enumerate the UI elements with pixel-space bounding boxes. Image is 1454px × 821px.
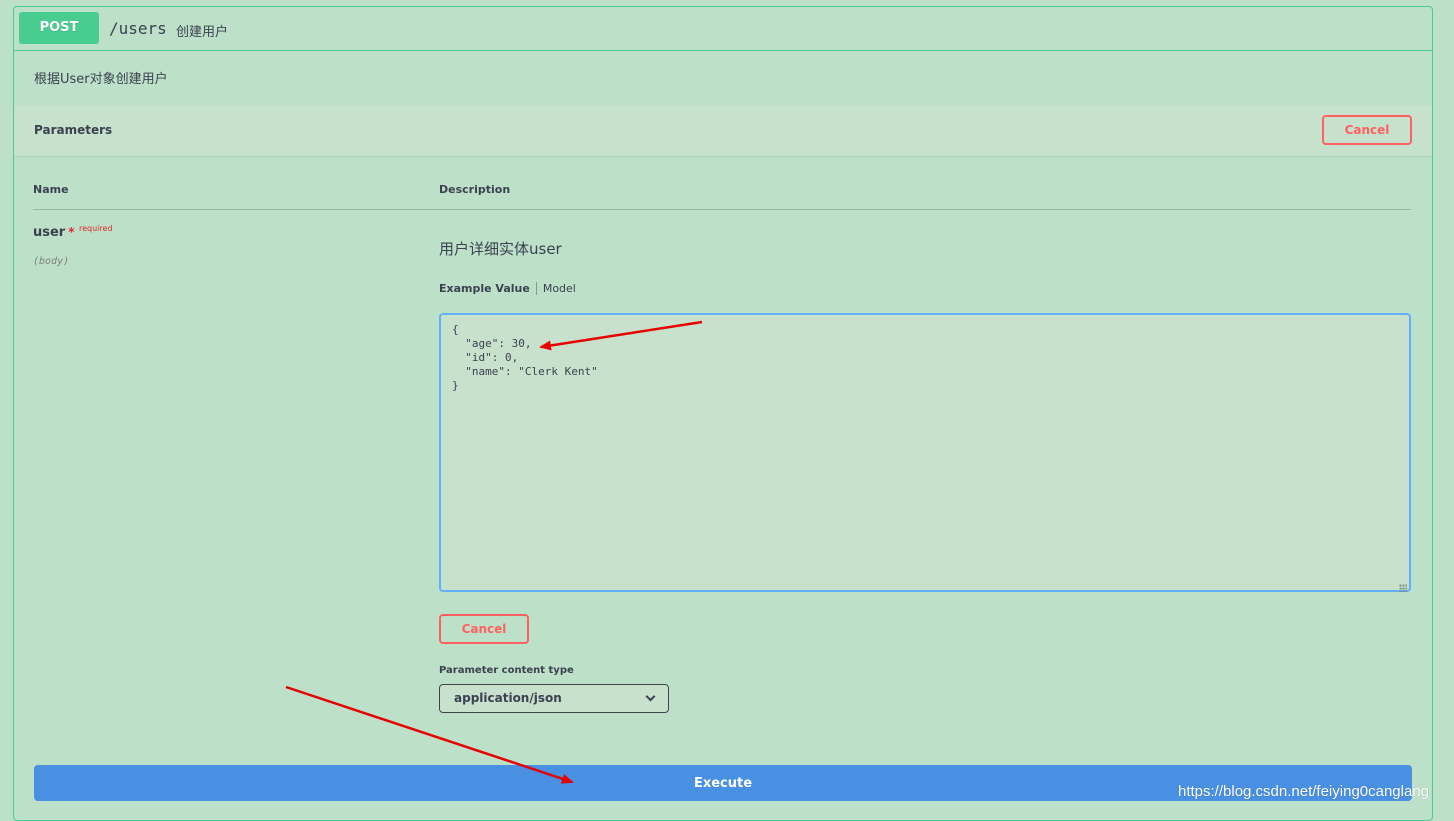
required-label: required — [79, 224, 113, 233]
endpoint-summary: 创建用户 — [176, 25, 229, 40]
required-star: * — [68, 225, 75, 239]
chevron-down-icon — [645, 691, 656, 702]
request-body-editor[interactable] — [439, 313, 1411, 592]
watermark: https://blog.csdn.net/feiying0canglang — [1178, 783, 1430, 800]
tab-example-value[interactable]: Example Value — [439, 282, 537, 295]
name-column-header: Name — [33, 183, 69, 196]
textarea-resize-handle[interactable] — [1399, 584, 1407, 592]
cancel-body-button[interactable]: Cancel — [439, 614, 529, 644]
parameter-name-text: user — [33, 225, 66, 240]
operation-summary[interactable]: POST /users 创建用户 — [14, 7, 1432, 51]
content-type-label: Parameter content type — [439, 665, 574, 676]
parameters-title: Parameters — [34, 123, 113, 137]
parameter-name: user * — [33, 225, 75, 240]
content-type-value: application/json — [454, 691, 562, 705]
parameters-header: Parameters Cancel — [14, 105, 1432, 157]
content-type-select[interactable]: application/json — [439, 684, 669, 713]
example-model-tabs: Example Value Model — [439, 282, 576, 295]
cancel-try-out-button[interactable]: Cancel — [1322, 115, 1412, 145]
table-divider — [33, 209, 1411, 210]
description-column-header: Description — [439, 183, 511, 196]
parameter-description: 用户详细实体user — [439, 240, 562, 258]
http-method-badge: POST — [19, 12, 99, 44]
parameter-location: (body) — [33, 256, 70, 267]
tab-model[interactable]: Model — [537, 282, 576, 295]
operation-description: 根据User对象创建用户 — [34, 72, 168, 87]
endpoint-path: /users — [109, 19, 167, 38]
